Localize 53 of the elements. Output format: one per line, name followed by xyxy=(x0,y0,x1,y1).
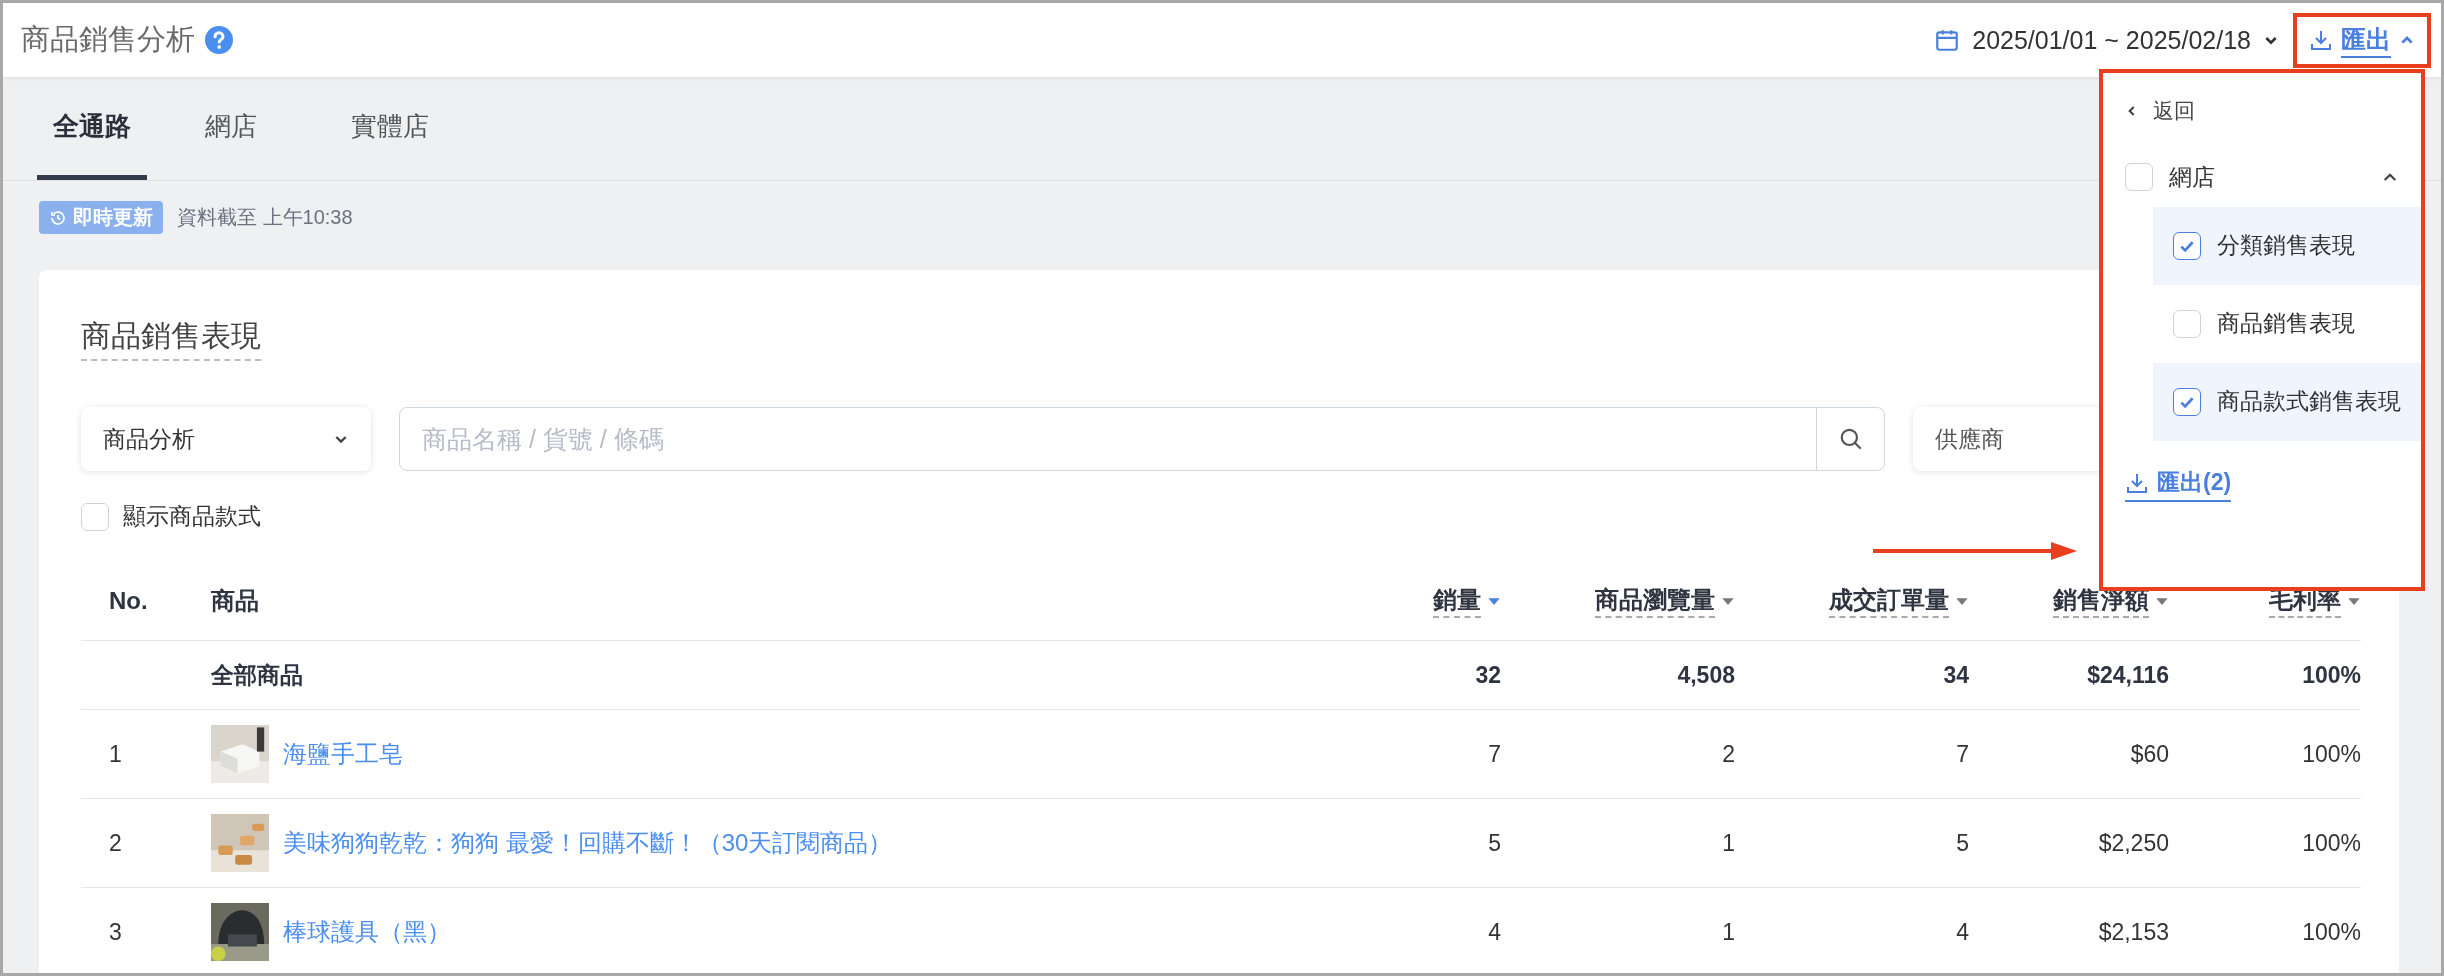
channel-tab[interactable]: 實體店 xyxy=(349,77,431,180)
history-icon xyxy=(49,208,67,227)
option-label: 分類銷售表現 xyxy=(2217,231,2355,261)
table-cell: $60 xyxy=(2130,740,2169,768)
download-icon xyxy=(2309,28,2333,52)
back-button[interactable]: 返回 xyxy=(2125,91,2421,131)
table-cell: 1 xyxy=(109,740,122,768)
table-cell: 7 xyxy=(1956,740,1969,768)
date-range-picker[interactable]: 2025/01/01 ~ 2025/02/18 xyxy=(1934,25,2279,55)
card-title: 商品銷售表現 xyxy=(81,316,261,361)
export-submit-link[interactable]: 匯出(2) xyxy=(2125,467,2232,502)
table-cell: 100% xyxy=(2302,661,2361,689)
channel-tab[interactable]: 全通路 xyxy=(37,77,147,180)
analysis-select[interactable]: 商品分析 xyxy=(81,407,371,471)
sortable-column-header[interactable]: 成交訂單量 xyxy=(1829,584,1969,618)
sortable-column-header[interactable]: 銷量 xyxy=(1433,584,1501,618)
table-cell: 1 xyxy=(1722,918,1735,946)
channel-tab[interactable]: 網店 xyxy=(203,77,259,180)
checkbox[interactable] xyxy=(2173,388,2201,416)
column-header: 商品 xyxy=(211,586,259,616)
sortable-column-header[interactable]: 商品瀏覽量 xyxy=(1595,584,1735,618)
table-cell: 4 xyxy=(1956,918,1969,946)
table-cell: 32 xyxy=(1475,661,1501,689)
column-header: No. xyxy=(109,587,148,615)
option-label: 商品款式銷售表現 xyxy=(2217,387,2401,417)
table-cell-text: 全部商品 xyxy=(211,660,303,690)
menu-option[interactable]: 分類銷售表現 xyxy=(2153,207,2421,285)
table-cell: 100% xyxy=(2302,829,2361,857)
table-cell: 100% xyxy=(2302,918,2361,946)
table-cell: 4 xyxy=(1488,918,1501,946)
update-time: 資料截至 上午10:38 xyxy=(177,205,353,230)
help-icon[interactable] xyxy=(205,26,233,54)
menu-option[interactable]: 商品銷售表現 xyxy=(2153,285,2421,363)
table-cell: 2 xyxy=(1722,740,1735,768)
table-cell: 34 xyxy=(1943,661,1969,689)
table-cell: $2,250 xyxy=(2098,829,2169,857)
page-title: 商品銷售分析 xyxy=(21,22,195,57)
table-cell: $2,153 xyxy=(2098,918,2169,946)
table-cell: 3 xyxy=(109,918,122,946)
checkbox[interactable] xyxy=(2173,232,2201,260)
table-cell: 5 xyxy=(1956,829,1969,857)
menu-group-label: 網店 xyxy=(2169,162,2216,192)
table-cell: 1 xyxy=(1722,829,1735,857)
table-cell: 2 xyxy=(109,829,122,857)
table-cell: $24,116 xyxy=(2087,661,2169,689)
calendar-icon xyxy=(1934,27,1961,53)
option-label: 商品銷售表現 xyxy=(2217,309,2355,339)
checkbox-label: 顯示商品款式 xyxy=(123,502,261,531)
table-cell: 5 xyxy=(1488,829,1501,857)
table-cell: 4,508 xyxy=(1677,661,1735,689)
table-cell: 100% xyxy=(2302,740,2361,768)
table-cell: 7 xyxy=(1488,740,1501,768)
menu-option[interactable]: 商品款式銷售表現 xyxy=(2153,363,2421,441)
